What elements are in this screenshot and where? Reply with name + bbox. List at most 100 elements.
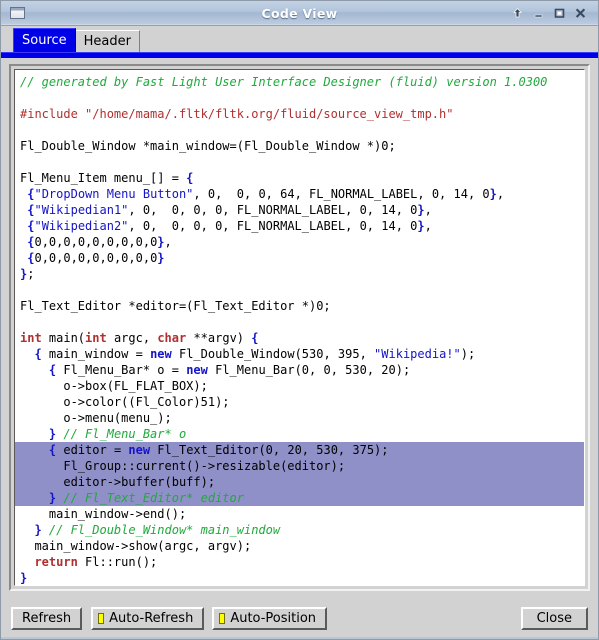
code-view-window: Code View Source Header // generated by … <box>0 0 599 640</box>
code-token: } <box>20 571 28 585</box>
code-line: } // Fl_Menu_Bar* o <box>15 426 584 442</box>
code-line: { editor = new Fl_Text_Editor(0, 20, 530… <box>15 442 584 458</box>
code-token: int <box>20 331 42 345</box>
code-token: { <box>34 347 42 361</box>
code-token: } <box>417 219 425 233</box>
window-controls <box>511 6 593 20</box>
code-line: Fl_Text_Editor *editor=(Fl_Text_Editor *… <box>15 298 584 314</box>
code-token: #include "/home/mama/.fltk/fltk.org/flui… <box>20 107 454 121</box>
code-token: // Fl_Double_Window* main_window <box>41 523 281 537</box>
code-token: 0,0,0,0,0,0,0,0,0 <box>34 251 158 265</box>
code-token: Fl::run(); <box>77 555 158 569</box>
code-token: Fl_Double_Window *main_window=(Fl_Double… <box>20 139 396 153</box>
code-token: } <box>489 187 497 201</box>
code-token: o->box(FL_FLAT_BOX); <box>20 379 208 393</box>
source-text-editor[interactable]: // generated by Fast Light User Interfac… <box>14 69 585 586</box>
code-token: } <box>157 251 165 265</box>
code-token: // generated by Fast Light User Interfac… <box>20 75 548 89</box>
code-line: } // Fl_Text_Editor* editor <box>15 490 584 506</box>
tab-source[interactable]: Source <box>13 28 76 52</box>
code-line: }; <box>15 266 584 282</box>
code-panel: // generated by Fast Light User Interfac… <box>9 64 590 591</box>
code-token: Fl_Menu_Bar(0, 0, 530, 20); <box>207 363 411 377</box>
code-line: } <box>15 570 584 585</box>
title-bar[interactable]: Code View <box>1 1 598 26</box>
code-token: , 0, 0, 0, 0, FL_NORMAL_LABEL, 0, 14, 0 <box>128 219 418 233</box>
code-token: editor = <box>56 443 129 457</box>
code-line: editor->buffer(buff); <box>15 474 584 490</box>
code-line: {"Wikipedian1", 0, 0, 0, 0, FL_NORMAL_LA… <box>15 202 584 218</box>
code-token: "Wikipedian1" <box>34 203 129 217</box>
code-token: o->menu(menu_); <box>20 411 172 425</box>
code-token: Fl_Group::current()->resizable(editor); <box>20 459 346 473</box>
code-line: #include "/home/mama/.fltk/fltk.org/flui… <box>15 106 584 122</box>
code-token: Fl_Menu_Bar* o = <box>56 363 187 377</box>
maximize-icon[interactable] <box>553 6 566 20</box>
code-token: , 0, 0, 0, 0, FL_NORMAL_LABEL, 0, 14, 0 <box>128 203 418 217</box>
code-token: main( <box>41 331 86 345</box>
code-token: ); <box>460 347 476 361</box>
code-line: o->menu(menu_); <box>15 410 584 426</box>
auto-refresh-toggle[interactable]: Auto-Refresh <box>91 607 205 630</box>
code-lines: // generated by Fast Light User Interfac… <box>15 74 584 585</box>
code-token: **argv) <box>186 331 252 345</box>
window-title: Code View <box>261 5 338 21</box>
code-line: main_window->show(argc, argv); <box>15 538 584 554</box>
close-button[interactable]: Close <box>520 607 588 630</box>
code-line: int main(int argc, char **argv) { <box>15 330 584 346</box>
code-line: main_window->end(); <box>15 506 584 522</box>
code-token: } <box>34 523 42 537</box>
code-token: Fl_Double_Window(530, 395, <box>171 347 375 361</box>
code-token: Fl_Menu_Item menu_[] = <box>20 171 187 185</box>
code-token: ; <box>27 267 35 281</box>
tab-underline <box>1 52 598 58</box>
code-line: { Fl_Menu_Bar* o = new Fl_Menu_Bar(0, 0,… <box>15 362 584 378</box>
code-token: int <box>85 331 107 345</box>
refresh-button-label: Refresh <box>22 611 72 626</box>
code-line: {"DropDown Menu Button", 0, 0, 0, 64, FL… <box>15 186 584 202</box>
code-token: char <box>157 331 187 345</box>
tab-header[interactable]: Header <box>74 30 140 52</box>
code-token: , <box>164 235 172 249</box>
code-token: 0,0,0,0,0,0,0,0,0 <box>34 235 158 249</box>
code-token: Fl_Text_Editor(0, 20, 530, 375); <box>150 443 389 457</box>
shade-icon[interactable] <box>511 6 524 20</box>
code-line: { main_window = new Fl_Double_Window(530… <box>15 346 584 362</box>
code-token: } <box>157 235 165 249</box>
refresh-button[interactable]: Refresh <box>11 607 83 630</box>
code-token: "Wikipedia!" <box>374 347 461 361</box>
code-line: return Fl::run(); <box>15 554 584 570</box>
close-icon[interactable] <box>574 6 587 20</box>
code-line: {0,0,0,0,0,0,0,0,0}, <box>15 234 584 250</box>
code-token: "DropDown Menu Button" <box>34 187 194 201</box>
code-line: Fl_Group::current()->resizable(editor); <box>15 458 584 474</box>
code-line: {"Wikipedian2", 0, 0, 0, 0, FL_NORMAL_LA… <box>15 218 584 234</box>
code-token: new <box>150 347 172 361</box>
code-line: o->box(FL_FLAT_BOX); <box>15 378 584 394</box>
code-token: Fl_Text_Editor *editor=(Fl_Text_Editor *… <box>20 299 331 313</box>
code-token: main_window->end(); <box>20 507 187 521</box>
auto-position-toggle[interactable]: Auto-Position <box>212 607 328 630</box>
code-token: { <box>251 331 259 345</box>
auto-position-label: Auto-Position <box>230 611 317 626</box>
code-token: argc, <box>106 331 158 345</box>
minimize-icon[interactable] <box>532 6 545 20</box>
code-token: return <box>34 555 78 569</box>
code-line: } // Fl_Double_Window* main_window <box>15 522 584 538</box>
code-token: // Fl_Text_Editor* editor <box>56 491 244 505</box>
code-token: main_window->show(argc, argv); <box>20 539 252 553</box>
window-icon[interactable] <box>10 7 25 19</box>
code-line: Fl_Double_Window *main_window=(Fl_Double… <box>15 138 584 154</box>
code-token: { <box>186 171 194 185</box>
auto-position-indicator-icon <box>219 613 226 624</box>
